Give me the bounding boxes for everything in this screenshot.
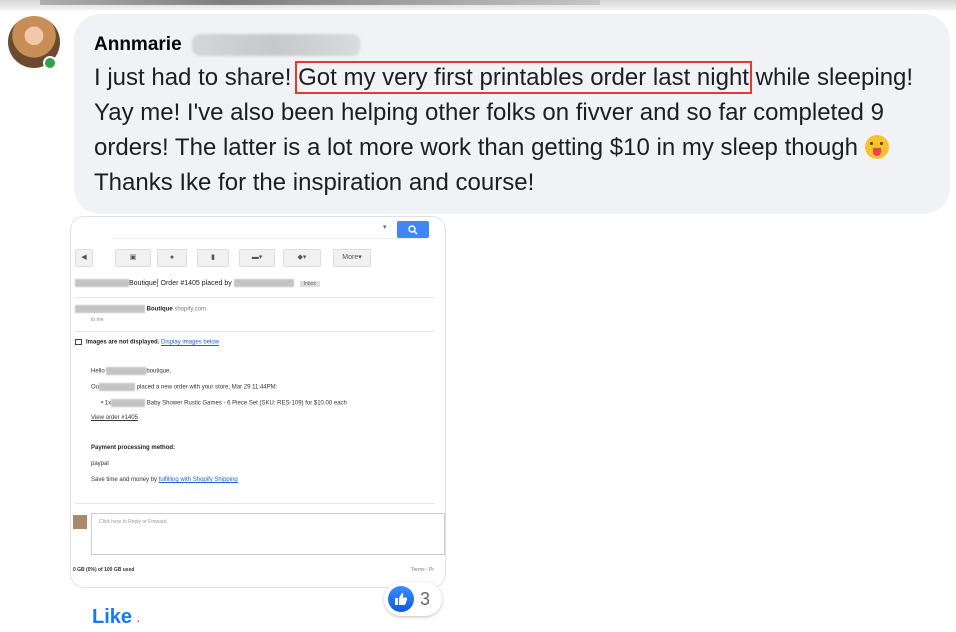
payment-method-title: Payment processing method: (91, 445, 176, 451)
redacted-block (75, 279, 129, 287)
images-notice-text: Images are not displayed. (86, 339, 160, 346)
greeting-text: Hello (91, 368, 105, 375)
email-order-item: • 1x Baby Shower Rustic Games - 6 Piece … (101, 399, 347, 407)
comment-bubble: Annmarie I just had to share! Got my ver… (74, 14, 950, 214)
divider (75, 503, 435, 504)
redacted-block (75, 305, 145, 313)
back-icon: ◀ (75, 249, 93, 267)
comment-author: Annmarie (94, 34, 930, 56)
reply-avatar (73, 515, 87, 529)
email-placed-line: Ou placed a new order with your store, M… (91, 383, 277, 391)
trash-icon: ▮ (197, 249, 229, 267)
save-text: Save time and money by (91, 477, 158, 483)
sender-name: Boutique (146, 306, 173, 313)
author-name[interactable]: Annmarie (94, 34, 182, 56)
reaction-count: 3 (420, 588, 431, 609)
view-order-link: View order #1405 (91, 415, 138, 421)
email-search-button (397, 221, 429, 238)
author-surname-redacted (191, 34, 360, 56)
email-subject: Boutique] Order #1405 placed by Inbox (75, 279, 435, 293)
placed-text: placed a new order with your store, Mar … (136, 384, 278, 391)
inbox-label-chip: Inbox (299, 280, 320, 287)
redacted-block (233, 279, 294, 287)
storage-usage: 0 GB (0%) of 100 GB used (73, 567, 135, 573)
placed-prefix: Ou (91, 384, 100, 391)
comment-highlighted-text: Got my very first printables order last … (295, 61, 752, 94)
email-greeting: Hello boutique, (91, 367, 171, 375)
chevron-down-icon: ▾ (383, 224, 387, 231)
reaction-summary[interactable]: 3 (384, 582, 442, 616)
attached-email-screenshot[interactable]: ▾ ◀ ▣ ● ▮ ▬▾ ◆▾ More▾ Boutique] Order #1… (70, 216, 446, 588)
display-images-link: Display images below (161, 339, 220, 346)
label-icon: ◆▾ (283, 249, 321, 267)
spam-icon: ● (157, 249, 187, 267)
save-time-line: Save time and money by fulfilling with S… (91, 477, 238, 483)
redacted-block (99, 383, 136, 391)
redacted-block (111, 399, 146, 407)
tongue-out-emoji-icon (864, 135, 889, 159)
item-text: Baby Shower Rustic Games - 6 Piece Set (… (146, 400, 347, 407)
sender-email: shopify.com (174, 306, 206, 313)
top-strip-shade (40, 0, 600, 5)
redacted-block (106, 367, 147, 375)
email-subject-text: Boutique] Order #1405 placed by (129, 279, 232, 287)
comment-text: I just had to share! Got my very first p… (94, 60, 934, 200)
search-icon (408, 224, 418, 235)
comment-text-start: I just had to share! (94, 64, 299, 91)
terms-link: Terms - Pr (411, 567, 435, 573)
thumbs-up-icon (395, 593, 408, 605)
more-button-label: More (342, 254, 359, 261)
comment-text-end: Thanks Ike for the inspiration and cours… (94, 169, 535, 196)
greeting-suffix: boutique, (146, 368, 172, 375)
email-search-bar (111, 221, 427, 239)
like-icon (388, 586, 414, 612)
archive-icon: ▣ (115, 249, 151, 267)
like-button[interactable]: Like (92, 606, 132, 629)
shopify-shipping-link: fulfilling with Shopify Shipping (158, 477, 238, 483)
image-icon (75, 339, 82, 345)
email-recipient: to me (91, 317, 104, 323)
folder-icon: ▬▾ (239, 249, 275, 267)
more-button: More▾ (333, 249, 371, 267)
action-separator: · (136, 612, 141, 628)
payment-method-value: paypal (91, 461, 109, 467)
online-status-dot (43, 56, 57, 70)
top-strip (0, 0, 956, 10)
reply-prompt: Click here to Reply or Forward (99, 519, 167, 525)
email-toolbar: ◀ ▣ ● ▮ ▬▾ ◆▾ More▾ (75, 249, 439, 269)
divider (75, 297, 435, 298)
images-notice: Images are not displayed. Display images… (75, 339, 219, 346)
email-sender: Boutique shopify.com (75, 305, 206, 313)
divider (75, 331, 435, 332)
